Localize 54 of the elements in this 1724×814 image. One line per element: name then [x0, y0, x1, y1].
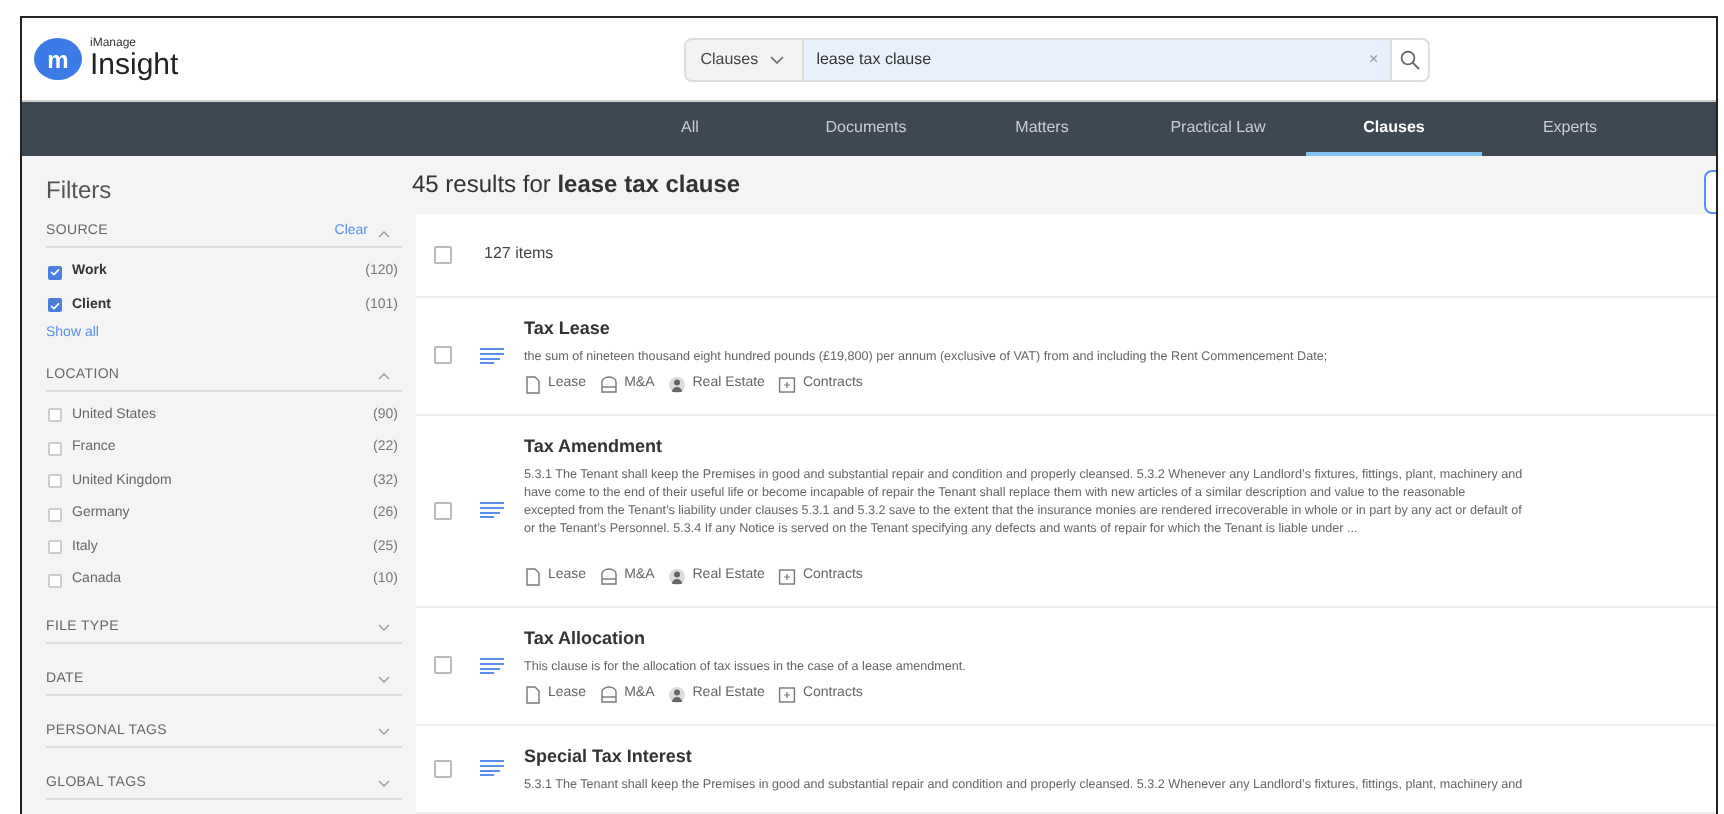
nav-tab[interactable]: Experts	[1482, 102, 1658, 156]
result-title[interactable]: Tax Amendment	[524, 433, 1523, 460]
result-title[interactable]: Tax Allocation	[524, 625, 966, 652]
checkbox[interactable]	[48, 573, 62, 588]
nav-tab[interactable]: Documents	[778, 102, 954, 156]
chevron-down-icon	[378, 780, 390, 788]
filters-title: Filters	[46, 174, 114, 208]
checkbox[interactable]	[48, 540, 62, 555]
checkbox[interactable]	[48, 265, 62, 280]
drawer-icon	[600, 685, 619, 704]
chevron-down-icon	[770, 55, 785, 63]
document-icon	[524, 567, 542, 586]
chevron-up-icon	[378, 372, 390, 380]
person-icon	[668, 567, 687, 586]
result-title[interactable]: Tax Lease	[524, 315, 1328, 342]
nav-tab[interactable]: All	[602, 102, 778, 156]
chevron-down-icon	[378, 728, 390, 736]
checkbox[interactable]	[434, 501, 452, 519]
nav-tab[interactable]: Practical Law	[1130, 102, 1306, 156]
checkbox[interactable]	[48, 298, 62, 313]
checkbox[interactable]	[48, 408, 62, 423]
checkbox[interactable]	[434, 346, 452, 364]
text-lines-icon	[480, 347, 504, 363]
drawer-icon	[600, 567, 619, 586]
search-button[interactable]	[1390, 37, 1431, 81]
person-icon	[668, 685, 687, 704]
document-icon	[524, 685, 542, 704]
chevron-up-icon	[378, 229, 390, 237]
chevron-down-icon	[378, 624, 390, 632]
item-count: 127 items	[484, 242, 554, 266]
checkbox[interactable]	[434, 656, 452, 674]
results-heading: 45 results for lease tax clause	[412, 168, 741, 203]
grid-box-icon	[778, 685, 797, 704]
checkbox[interactable]	[48, 507, 62, 522]
nav-tab[interactable]: Matters	[954, 102, 1130, 156]
grid-box-icon	[778, 375, 797, 394]
search-icon	[1400, 49, 1421, 69]
checkbox[interactable]	[434, 759, 452, 778]
text-lines-icon	[480, 502, 504, 518]
checkbox[interactable]	[48, 474, 62, 489]
select-all-checkbox[interactable]	[434, 245, 452, 263]
logo-badge: m	[34, 38, 82, 80]
text-lines-icon	[480, 760, 504, 777]
scope-dropdown[interactable]: Clauses	[684, 37, 805, 81]
chevron-down-icon	[378, 676, 390, 684]
search-field[interactable]: lease tax clause ×	[804, 37, 1391, 81]
text-lines-icon	[480, 657, 504, 673]
drawer-icon	[600, 375, 619, 394]
checkbox[interactable]	[48, 441, 62, 456]
result-title[interactable]: Special Tax Interest	[524, 743, 1523, 770]
document-icon	[524, 375, 542, 394]
grid-box-icon	[778, 567, 797, 586]
brand-name: Insight	[90, 50, 179, 80]
person-icon	[668, 375, 687, 394]
